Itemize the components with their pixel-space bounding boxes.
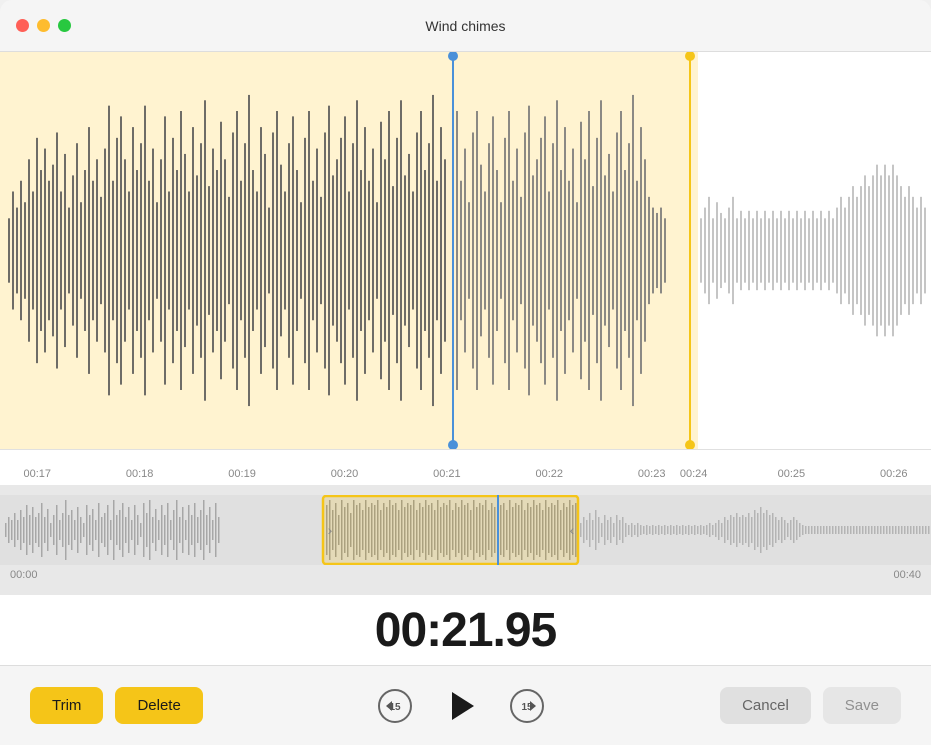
playback-controls: 15 15 <box>375 684 547 728</box>
ruler-label-18: 00:18 <box>126 468 154 480</box>
trim-button[interactable]: Trim <box>30 687 103 724</box>
ruler-label-17: 00:17 <box>23 468 51 480</box>
mini-waveform-strip[interactable]: › ‹ 00:00 00:40 <box>0 485 931 595</box>
play-button[interactable] <box>439 684 483 728</box>
time-ruler: 00:17 00:18 00:19 00:20 00:21 00:22 00:2… <box>0 449 931 485</box>
mini-time-labels: 00:00 00:40 <box>0 565 931 585</box>
right-button-group: Cancel Save <box>720 687 901 724</box>
ruler-label-19: 00:19 <box>228 468 256 480</box>
left-button-group: Trim Delete <box>30 687 203 724</box>
waveform-svg <box>0 52 931 449</box>
ruler-label-26: 00:26 <box>880 468 908 480</box>
cancel-button[interactable]: Cancel <box>720 687 811 724</box>
minimize-button[interactable] <box>37 19 50 32</box>
ruler-label-21: 00:21 <box>433 468 461 480</box>
window-controls <box>16 19 71 32</box>
mini-waveform-row[interactable]: › ‹ <box>0 495 931 565</box>
mini-time-start: 00:00 <box>10 569 38 581</box>
ruler-label-25: 00:25 <box>778 468 806 480</box>
play-triangle-icon <box>452 692 474 720</box>
close-button[interactable] <box>16 19 29 32</box>
skip-forward-icon: 15 <box>508 687 546 725</box>
skip-forward-button[interactable]: 15 <box>507 686 547 726</box>
ruler-label-20: 00:20 <box>331 468 359 480</box>
svg-text:›: › <box>328 522 333 538</box>
waveform-display[interactable] <box>0 52 931 449</box>
ruler-label-22: 00:22 <box>536 468 564 480</box>
ruler-label-24: 00:24 <box>680 468 708 480</box>
ruler-label-23: 00:23 <box>638 468 666 480</box>
mini-waveform-svg: › ‹ <box>0 495 931 565</box>
save-button[interactable]: Save <box>823 687 901 724</box>
svg-text:‹: ‹ <box>570 522 575 538</box>
skip-back-icon: 15 <box>376 687 414 725</box>
current-time-display: 00:21.95 <box>375 603 557 658</box>
bottom-controls: Trim Delete 15 15 Cancel Save <box>0 665 931 745</box>
skip-back-button[interactable]: 15 <box>375 686 415 726</box>
delete-button[interactable]: Delete <box>115 687 202 724</box>
maximize-button[interactable] <box>58 19 71 32</box>
window-title: Wind chimes <box>425 18 505 34</box>
main-waveform-area[interactable]: 00:17 00:18 00:19 00:20 00:21 00:22 00:2… <box>0 52 931 485</box>
title-bar: Wind chimes <box>0 0 931 52</box>
time-display-area: 00:21.95 <box>0 595 931 665</box>
mini-time-end: 00:40 <box>893 569 921 581</box>
